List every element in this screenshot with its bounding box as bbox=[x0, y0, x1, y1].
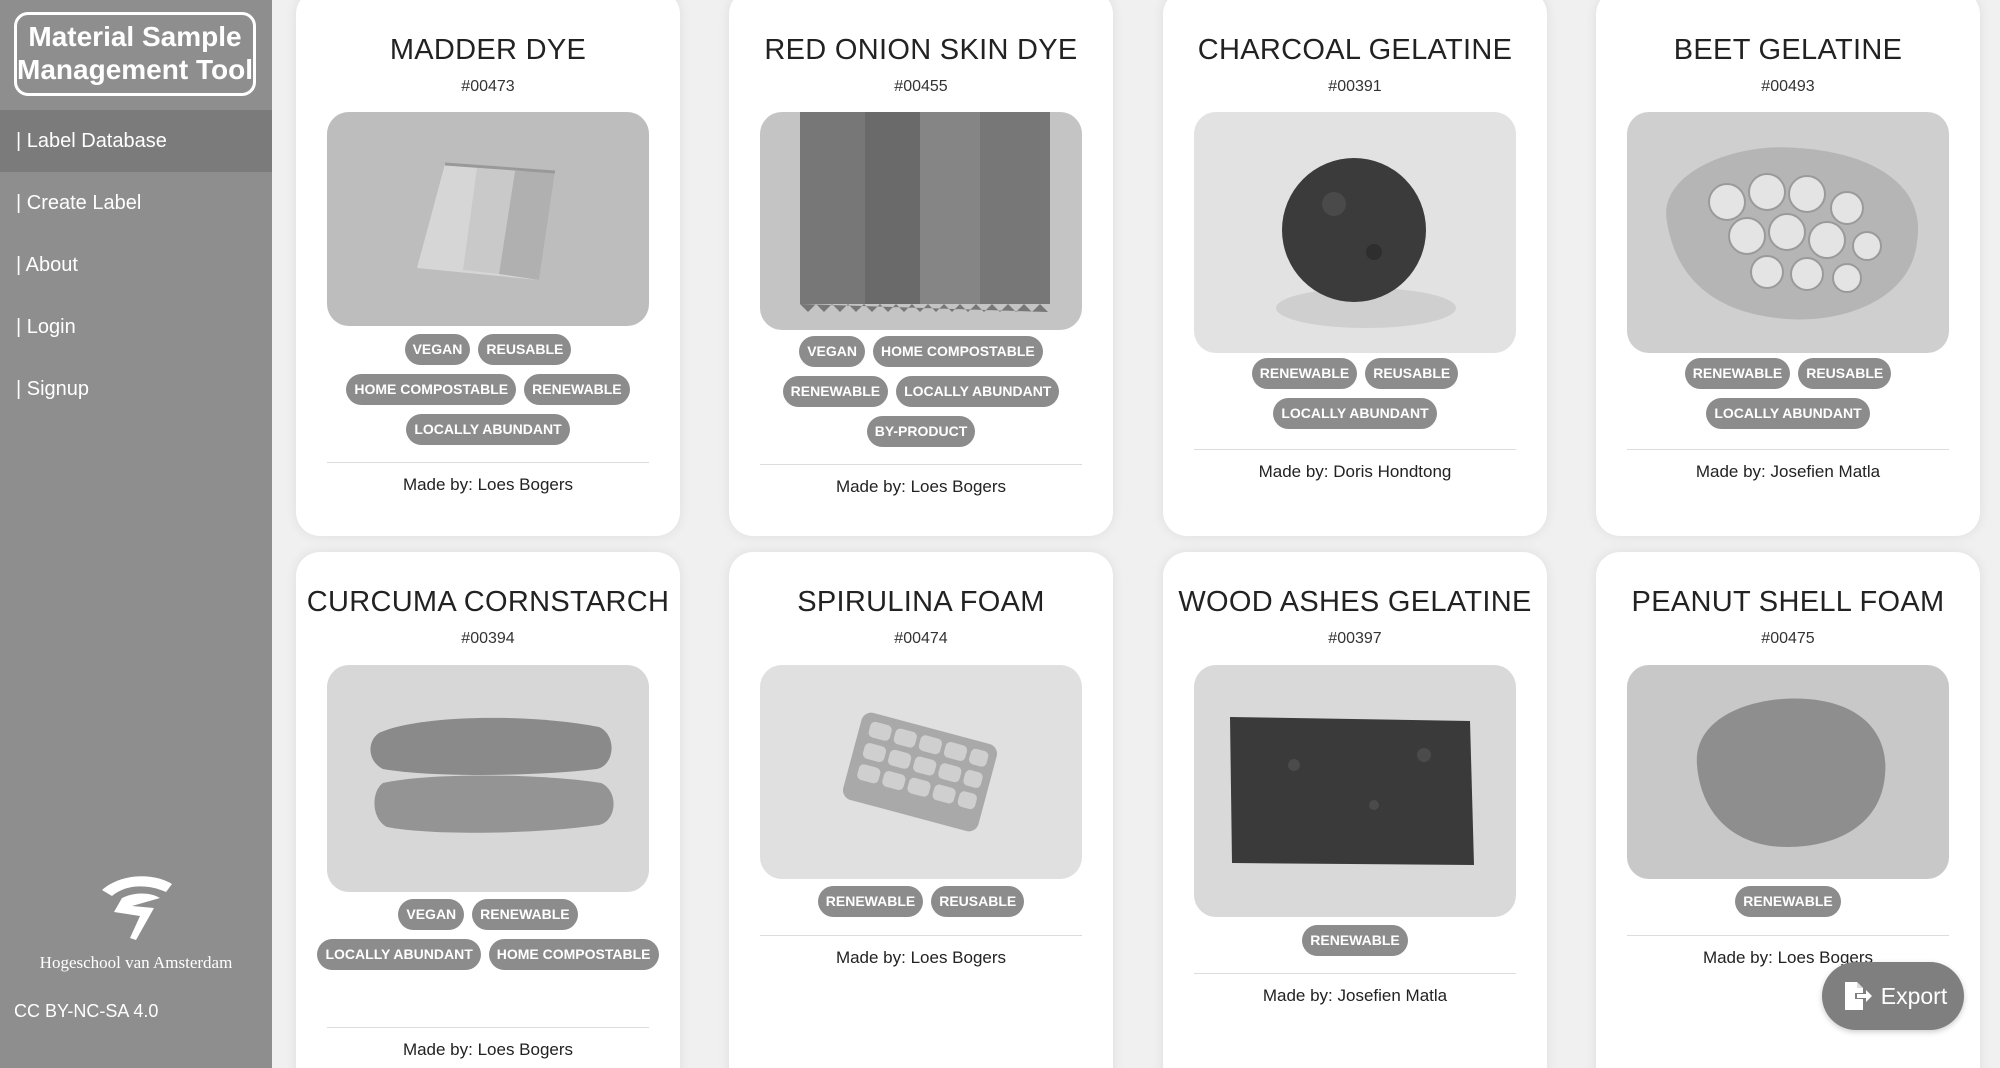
sample-photo bbox=[760, 112, 1082, 330]
card-title: SPIRULINA FOAM bbox=[797, 586, 1045, 618]
card-title: CURCUMA CORNSTARCH bbox=[306, 586, 670, 618]
tag-badge: REUSABLE bbox=[478, 334, 572, 365]
sample-card[interactable]: CHARCOAL GELATINE #00391 RENEWABLE REUSA… bbox=[1163, 0, 1547, 536]
divider bbox=[760, 935, 1082, 936]
tag-badge: REUSABLE bbox=[931, 886, 1025, 917]
tag-list: RENEWABLE REUSABLE LOCALLY ABUNDANT bbox=[1183, 358, 1527, 429]
tag-badge: LOCALLY ABUNDANT bbox=[1706, 398, 1870, 429]
tag-list: RENEWABLE REUSABLE LOCALLY ABUNDANT bbox=[1616, 358, 1960, 429]
export-label: Export bbox=[1880, 982, 1948, 1009]
sample-card[interactable]: RED ONION SKIN DYE #00455 VEGAN HOME COM… bbox=[729, 0, 1113, 536]
card-id: #00493 bbox=[1761, 78, 1815, 95]
tag-badge: LOCALLY ABUNDANT bbox=[317, 939, 481, 970]
sidebar-item-label-database[interactable]: | Label Database bbox=[0, 110, 272, 172]
sidebar-item-signup[interactable]: | Signup bbox=[0, 358, 272, 420]
sample-card[interactable]: MADDER DYE #00473 VEGAN REUSABLE HOME CO… bbox=[296, 0, 680, 536]
tag-list: RENEWABLE bbox=[1183, 925, 1527, 956]
sidebar-nav: | Label Database | Create Label | About … bbox=[0, 110, 272, 420]
sidebar: Material Sample Management Tool | Label … bbox=[0, 0, 272, 1068]
tag-list: RENEWABLE bbox=[1616, 886, 1960, 917]
sample-photo bbox=[1194, 112, 1516, 353]
card-maker: Made by: Josefien Matla bbox=[1262, 986, 1448, 1005]
tag-badge: HOME COMPOSTABLE bbox=[488, 939, 659, 970]
card-title: CHARCOAL GELATINE bbox=[1197, 34, 1513, 66]
app-logo-title[interactable]: Material Sample Management Tool bbox=[14, 12, 256, 96]
license-text: CC BY-NC-SA 4.0 bbox=[14, 1001, 159, 1021]
card-maker: Made by: Josefien Matla bbox=[1695, 462, 1881, 481]
sample-photo bbox=[327, 665, 649, 892]
tag-badge: HOME COMPOSTABLE bbox=[346, 374, 517, 405]
tag-badge: LOCALLY ABUNDANT bbox=[1273, 398, 1437, 429]
tag-badge: REUSABLE bbox=[1798, 358, 1892, 389]
card-id: #00391 bbox=[1328, 78, 1382, 95]
tag-list: VEGAN RENEWABLE LOCALLY ABUNDANT HOME CO… bbox=[316, 899, 660, 970]
sample-photo bbox=[1627, 112, 1949, 353]
card-title: WOOD ASHES GELATINE bbox=[1178, 586, 1532, 618]
sample-card[interactable]: CURCUMA CORNSTARCH #00394 VEGAN RENEWABL… bbox=[296, 552, 680, 1068]
tag-badge: LOCALLY ABUNDANT bbox=[896, 376, 1060, 407]
sample-photo bbox=[760, 665, 1082, 879]
card-maker: Made by: Loes Bogers bbox=[835, 477, 1007, 496]
card-title: BEET GELATINE bbox=[1673, 34, 1903, 66]
divider bbox=[1194, 449, 1516, 450]
tag-badge: RENEWABLE bbox=[1684, 358, 1791, 389]
card-id: #00397 bbox=[1328, 630, 1382, 647]
tag-badge: RENEWABLE bbox=[1302, 925, 1408, 956]
divider bbox=[1627, 449, 1949, 450]
card-maker: Made by: Loes Bogers bbox=[402, 1040, 574, 1059]
tag-badge: VEGAN bbox=[398, 899, 465, 930]
institution-name: Hogeschool van Amsterdam bbox=[39, 953, 233, 972]
sample-card[interactable]: WOOD ASHES GELATINE #00397 RENEWABLE Mad… bbox=[1163, 552, 1547, 1068]
tag-list: VEGAN HOME COMPOSTABLE RENEWABLE LOCALLY… bbox=[749, 336, 1093, 447]
tag-badge: RENEWABLE bbox=[524, 374, 630, 405]
tag-badge: RENEWABLE bbox=[817, 886, 924, 917]
sample-card[interactable]: BEET GELATINE #00493 RENEWABLE REUSABLE … bbox=[1596, 0, 1980, 536]
export-button[interactable]: Export bbox=[1822, 962, 1964, 1030]
card-maker: Made by: Loes Bogers bbox=[835, 948, 1007, 967]
sidebar-item-login[interactable]: | Login bbox=[0, 296, 272, 358]
divider bbox=[327, 462, 649, 463]
sample-photo bbox=[1194, 665, 1516, 917]
tag-badge: RENEWABLE bbox=[472, 899, 578, 930]
card-title: RED ONION SKIN DYE bbox=[764, 34, 1078, 66]
tag-list: RENEWABLE REUSABLE bbox=[749, 886, 1093, 917]
card-id: #00474 bbox=[894, 630, 948, 647]
institution-logo: Hogeschool van Amsterdam bbox=[0, 868, 272, 973]
tag-badge: RENEWABLE bbox=[1251, 358, 1358, 389]
card-title: MADDER DYE bbox=[389, 34, 587, 66]
tag-badge: BY-PRODUCT bbox=[866, 416, 976, 447]
card-title: PEANUT SHELL FOAM bbox=[1631, 586, 1945, 618]
tag-badge: RENEWABLE bbox=[1735, 886, 1841, 917]
tag-badge: LOCALLY ABUNDANT bbox=[406, 414, 570, 445]
sidebar-item-create-label[interactable]: | Create Label bbox=[0, 172, 272, 234]
tag-badge: VEGAN bbox=[404, 334, 471, 365]
tag-badge: HOME COMPOSTABLE bbox=[873, 336, 1043, 367]
hva-logo-icon bbox=[102, 876, 172, 940]
export-icon bbox=[1844, 982, 1872, 1010]
sample-photo bbox=[327, 112, 649, 326]
sidebar-item-about[interactable]: | About bbox=[0, 234, 272, 296]
card-id: #00455 bbox=[894, 78, 948, 95]
sample-card[interactable]: SPIRULINA FOAM #00474 RENEWABLE REUSABLE… bbox=[729, 552, 1113, 1068]
divider bbox=[327, 1027, 649, 1028]
divider bbox=[1194, 973, 1516, 974]
card-id: #00473 bbox=[461, 78, 515, 95]
card-id: #00394 bbox=[461, 630, 515, 647]
divider bbox=[760, 464, 1082, 465]
card-maker: Made by: Loes Bogers bbox=[402, 475, 574, 494]
card-id: #00475 bbox=[1761, 630, 1815, 647]
tag-badge: REUSABLE bbox=[1365, 358, 1459, 389]
tag-badge: VEGAN bbox=[799, 336, 866, 367]
divider bbox=[1627, 935, 1949, 936]
sample-photo bbox=[1627, 665, 1949, 879]
tag-badge: RENEWABLE bbox=[782, 376, 889, 407]
card-maker: Made by: Doris Hondtong bbox=[1258, 462, 1452, 481]
tag-list: VEGAN REUSABLE HOME COMPOSTABLE RENEWABL… bbox=[316, 334, 660, 445]
